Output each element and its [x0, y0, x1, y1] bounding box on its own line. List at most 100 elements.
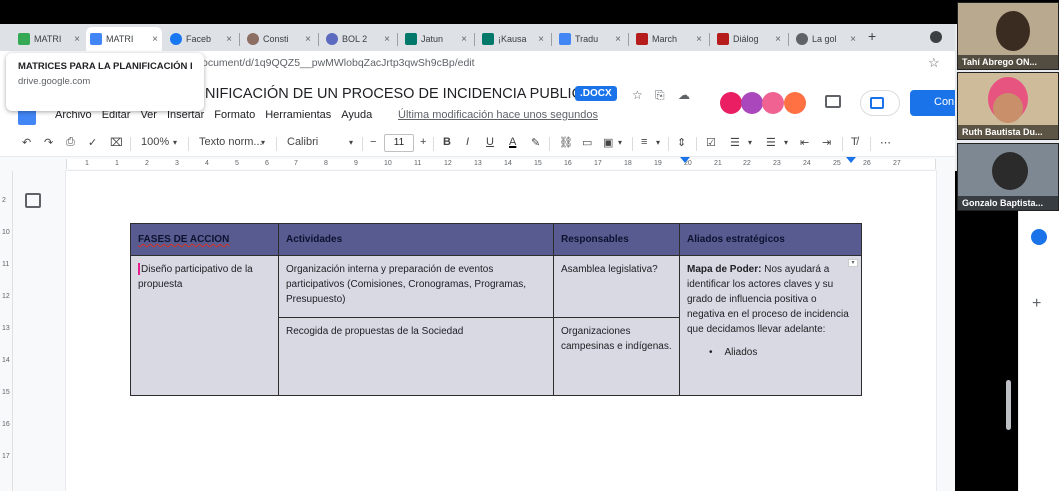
increase-font-button[interactable]: + — [420, 136, 426, 148]
tab-close-icon[interactable]: × — [305, 34, 311, 45]
document-scrollbar[interactable] — [1006, 380, 1011, 430]
activity-cell[interactable]: Recogida de propuestas de la Sociedad — [278, 317, 554, 396]
collaborator-avatar[interactable] — [784, 92, 806, 114]
checklist-icon[interactable]: ☑ — [706, 136, 716, 149]
align-icon[interactable]: ≡ — [641, 136, 647, 148]
highlight-icon[interactable]: ✎ — [531, 136, 540, 149]
decrease-font-button[interactable]: − — [370, 136, 376, 148]
browser-tab[interactable]: Consti × — [243, 27, 315, 51]
responsible-cell[interactable]: Organizaciones campesinas e indígenas. — [553, 317, 680, 396]
allies-cell[interactable]: ▾ Mapa de Poder: Nos ayudará a identific… — [679, 255, 862, 396]
tasks-icon[interactable] — [1031, 229, 1047, 245]
last-edit-link[interactable]: Última modificación hace unos segundos — [398, 109, 598, 121]
italic-button[interactable]: I — [466, 136, 469, 148]
ruler-number: 22 — [743, 160, 751, 167]
star-icon[interactable]: ☆ — [632, 88, 643, 102]
print-icon[interactable]: ⎙ — [66, 136, 75, 149]
spellcheck-icon[interactable]: ✓ — [88, 136, 97, 149]
browser-tab[interactable]: Tradu × — [555, 27, 625, 51]
numbered-list-icon[interactable]: ☰ — [766, 136, 776, 149]
browser-tab[interactable]: Diálog × — [713, 27, 785, 51]
horizontal-ruler[interactable]: 1 1 2 3 4 5 6 7 8 9 10 11 12 13 14 15 16 17 18 19 20 21 22 23 24… — [0, 157, 955, 171]
menu-formato[interactable]: Formato — [214, 109, 255, 121]
browser-tab[interactable]: BOL 2 × — [322, 27, 394, 51]
phase-cell[interactable]: Diseño participativo de la propuesta — [130, 255, 279, 396]
bulleted-list-icon[interactable]: ☰ — [730, 136, 740, 149]
redo-icon[interactable]: ↷ — [44, 136, 53, 149]
browser-tab[interactable]: La gol × — [792, 27, 860, 51]
vertical-ruler-number: 14 — [2, 357, 10, 364]
header-actividades[interactable]: Actividades — [278, 223, 554, 256]
font-size-input[interactable]: 11 — [384, 134, 414, 152]
line-spacing-icon[interactable]: ⇕ — [677, 136, 686, 149]
comments-icon[interactable] — [825, 95, 841, 108]
left-indent-marker[interactable] — [680, 157, 690, 163]
tab-search-icon[interactable] — [930, 31, 942, 43]
browser-tab[interactable]: March × — [632, 27, 706, 51]
cloud-status-icon[interactable]: ☁ — [678, 88, 690, 102]
tab-close-icon[interactable]: × — [775, 34, 781, 45]
tab-close-icon[interactable]: × — [850, 34, 856, 45]
underline-button[interactable]: U — [486, 136, 494, 148]
right-indent-marker[interactable] — [846, 157, 856, 163]
responsible-cell[interactable]: Asamblea legislativa? — [553, 255, 680, 318]
chevron-down-icon: ▾ — [656, 138, 661, 147]
tab-close-icon[interactable]: × — [615, 34, 621, 45]
tab-close-icon[interactable]: × — [461, 34, 467, 45]
new-tab-button[interactable]: + — [868, 28, 876, 44]
collaborator-avatar[interactable] — [741, 92, 763, 114]
link-icon[interactable]: ⛓ — [559, 136, 573, 149]
header-responsables[interactable]: Responsables — [553, 223, 680, 256]
browser-tab-active[interactable]: MATRI × — [86, 27, 162, 51]
activity-cell[interactable]: Organización interna y preparación de ev… — [278, 255, 554, 318]
document-page[interactable]: FASES DE ACCION Actividades Responsables… — [66, 171, 936, 491]
map-pin-favicon-icon — [636, 33, 648, 45]
header-aliados[interactable]: Aliados estratégicos — [679, 223, 862, 256]
undo-icon[interactable]: ↶ — [22, 136, 31, 149]
zoom-select[interactable]: 100% — [141, 136, 169, 148]
browser-tab[interactable]: ¡Kausa × — [478, 27, 548, 51]
vertical-ruler[interactable]: 2 10 11 12 13 14 15 16 17 — [0, 171, 13, 491]
tab-close-icon[interactable]: × — [74, 34, 80, 45]
docx-badge: .DOCX — [575, 86, 617, 101]
url-text[interactable]: ocument/d/1q9QQZ5__pwMWlobqZacJrtp3qwSh9… — [202, 57, 475, 69]
tab-close-icon[interactable]: × — [226, 34, 232, 45]
increase-indent-icon[interactable]: ⇥ — [822, 136, 831, 149]
browser-tab[interactable]: Faceb × — [166, 27, 236, 51]
bookmark-star-icon[interactable]: ☆ — [928, 55, 940, 71]
cell-menu-icon[interactable]: ▾ — [848, 259, 858, 267]
clear-formatting-icon[interactable]: T̸ — [851, 136, 858, 148]
collaborator-avatar[interactable] — [762, 92, 784, 114]
move-folder-icon[interactable]: ⎘ — [655, 88, 665, 103]
tab-close-icon[interactable]: × — [152, 34, 158, 45]
text-color-button[interactable]: A — [509, 136, 516, 148]
bold-button[interactable]: B — [443, 136, 451, 148]
docs-logo-icon[interactable] — [18, 109, 36, 125]
font-select[interactable]: Calibri — [287, 136, 318, 148]
more-options-icon[interactable]: ⋯ — [880, 136, 891, 149]
browser-tab[interactable]: MATRI × — [14, 27, 84, 51]
add-comment-icon[interactable]: ▭ — [582, 136, 592, 149]
ruler-number: 18 — [624, 160, 632, 167]
share-button[interactable]: Con — [910, 90, 960, 116]
tab-close-icon[interactable]: × — [538, 34, 544, 45]
paragraph-style-select[interactable]: Texto norm... — [199, 136, 263, 148]
document-outline-icon[interactable] — [25, 193, 41, 208]
collaborator-avatar[interactable] — [720, 92, 742, 114]
tab-close-icon[interactable]: × — [696, 34, 702, 45]
menu-herramientas[interactable]: Herramientas — [265, 109, 331, 121]
present-button[interactable] — [860, 90, 900, 116]
paint-format-icon[interactable]: ⌧ — [110, 136, 123, 149]
participant-video-tile[interactable]: Ruth Bautista Du... — [957, 72, 1059, 140]
menu-ayuda[interactable]: Ayuda — [341, 109, 372, 121]
participant-video-tile[interactable]: Gonzalo Baptista... — [957, 143, 1059, 211]
add-addon-icon[interactable]: + — [1032, 295, 1041, 313]
browser-tab[interactable]: Jatun × — [401, 27, 471, 51]
decrease-indent-icon[interactable]: ⇤ — [800, 136, 809, 149]
tab-close-icon[interactable]: × — [384, 34, 390, 45]
document-title[interactable]: NIFICACIÓN DE UN PROCESO DE INCIDENCIA P… — [205, 86, 603, 102]
tab-label: MATRI — [34, 34, 62, 44]
header-fases[interactable]: FASES DE ACCION — [130, 223, 279, 256]
insert-image-icon[interactable]: ▣ — [603, 136, 613, 149]
participant-video-tile[interactable]: Tahí Abrego ON... — [957, 2, 1059, 70]
